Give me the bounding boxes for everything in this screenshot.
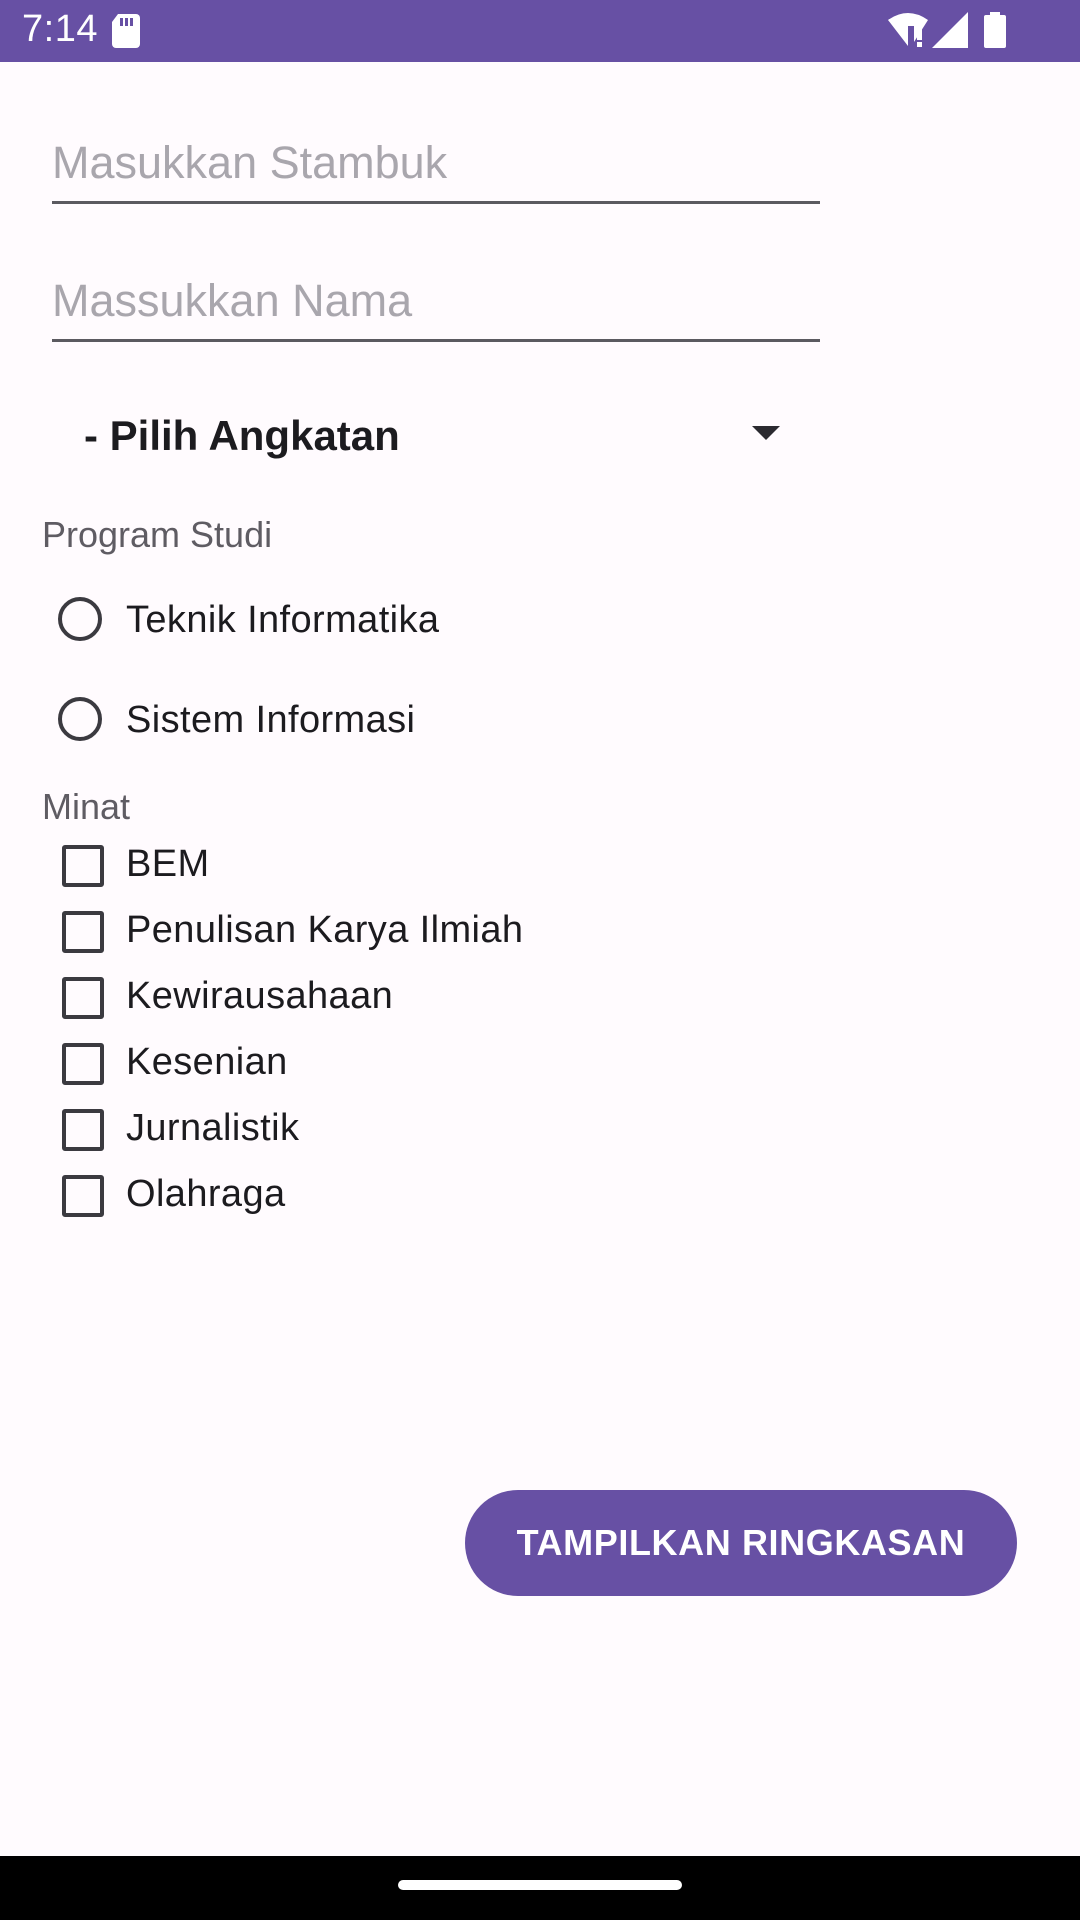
status-time: 7:14 (22, 8, 98, 50)
checkbox-label: Kesenian (126, 1041, 288, 1083)
status-bar: 7:14 (0, 0, 1080, 62)
checkbox-icon[interactable] (62, 1043, 104, 1085)
checkbox-icon[interactable] (62, 977, 104, 1019)
checkbox-icon[interactable] (62, 1175, 104, 1217)
checkbox-label: Kewirausahaan (126, 975, 394, 1017)
radio-label: Sistem Informasi (126, 699, 416, 741)
dropdown-arrow-icon (752, 426, 780, 447)
battery-icon (984, 12, 1006, 53)
tampilkan-ringkasan-button[interactable]: TAMPILKAN RINGKASAN (465, 1490, 1017, 1596)
radio-button-icon[interactable] (58, 697, 102, 741)
nama-input[interactable] (52, 262, 820, 342)
radio-label: Teknik Informatika (126, 599, 440, 641)
sd-card-icon (112, 14, 140, 53)
minat-label: Minat (42, 786, 131, 827)
stambuk-input[interactable] (52, 124, 820, 204)
checkbox-label: Olahraga (126, 1173, 286, 1215)
program-studi-label: Program Studi (42, 514, 273, 555)
angkatan-spinner[interactable]: - Pilih Angkatan (52, 400, 820, 474)
home-gesture-handle[interactable] (398, 1880, 682, 1890)
wifi-alert-icon (888, 12, 928, 53)
checkbox-icon[interactable] (62, 1109, 104, 1151)
checkbox-label: Penulisan Karya Ilmiah (126, 909, 524, 951)
radio-button-icon[interactable] (58, 597, 102, 641)
checkbox-label: Jurnalistik (126, 1107, 300, 1149)
angkatan-selected-text: - Pilih Angkatan (84, 412, 400, 459)
checkbox-icon[interactable] (62, 845, 104, 887)
signal-icon (932, 12, 968, 53)
checkbox-icon[interactable] (62, 911, 104, 953)
checkbox-label: BEM (126, 843, 210, 885)
